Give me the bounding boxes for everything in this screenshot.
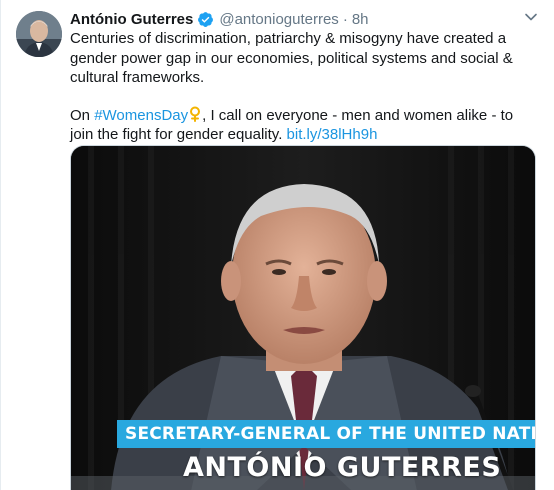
tweet-card[interactable]: António Guterres @antonioguterres · 8h C…: [0, 0, 554, 490]
tweet-paragraph-2: On #WomensDay, I call on everyone - men …: [70, 106, 538, 145]
hashtag-link[interactable]: #WomensDay: [94, 107, 188, 124]
tweet-text: Centuries of discrimination, patriarchy …: [70, 29, 538, 145]
separator-dot: ·: [342, 10, 348, 28]
caption-title: SECRETARY-GENERAL OF THE UNITED NATIONS: [117, 420, 535, 448]
tweet-header: António Guterres @antonioguterres · 8h: [70, 9, 524, 29]
divider: [0, 0, 1, 490]
tweet-paragraph-1: Centuries of discrimination, patriarchy …: [70, 30, 513, 86]
text-on: On: [70, 106, 95, 124]
caption-name: ANTÓNIO GUTERRES: [183, 452, 502, 483]
author-handle[interactable]: @antonioguterres: [219, 11, 338, 28]
verified-badge-icon: [198, 11, 214, 27]
avatar[interactable]: [16, 11, 62, 57]
female-sign-icon: [190, 106, 201, 122]
tweet-timestamp[interactable]: 8h: [352, 11, 369, 28]
chevron-down-icon[interactable]: [524, 10, 538, 24]
video-media[interactable]: SECRETARY-GENERAL OF THE UNITED NATIONS …: [70, 145, 536, 490]
profile-photo-icon: [16, 11, 62, 57]
author-name[interactable]: António Guterres: [70, 11, 193, 28]
url-link[interactable]: bit.ly/38lHh9h: [287, 126, 378, 143]
